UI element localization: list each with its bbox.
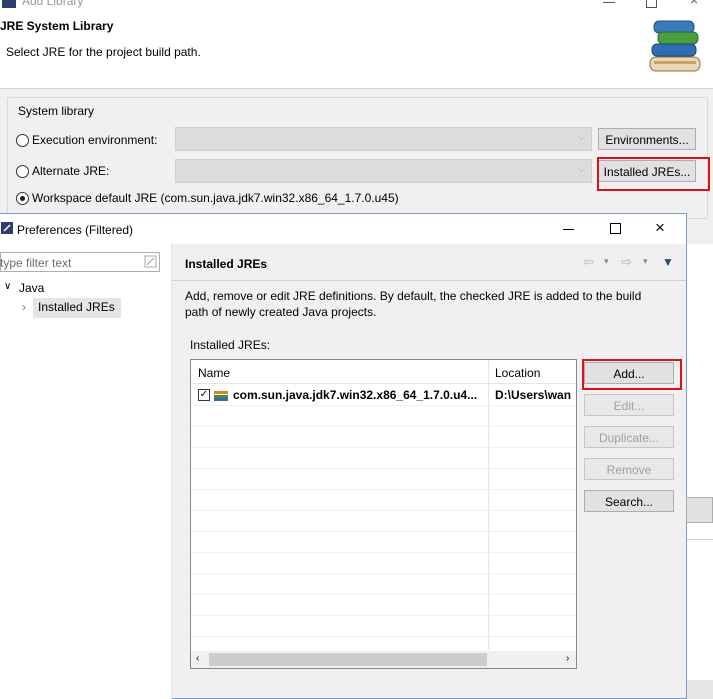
installed-jres-label: Installed JREs:	[190, 338, 271, 352]
maximize-icon[interactable]	[646, 0, 657, 8]
duplicate-button[interactable]: Duplicate...	[584, 426, 674, 448]
jre-table[interactable]: Name Location ✓ com.sun.java.jdk7.win32.…	[190, 359, 577, 669]
jre-location: D:\Users\wan	[495, 388, 572, 402]
maximize-icon[interactable]	[610, 223, 621, 234]
eclipse-icon	[1, 222, 13, 234]
background-button	[686, 497, 713, 523]
page-title: Installed JREs	[185, 257, 268, 271]
column-header-location[interactable]: Location	[495, 366, 540, 380]
alt-jre-combo[interactable]: ⌵	[175, 159, 592, 183]
library-books-icon	[649, 20, 701, 72]
background-panel	[687, 680, 713, 699]
search-button[interactable]: Search...	[584, 490, 674, 512]
close-icon[interactable]: ×	[655, 218, 665, 238]
back-arrow-icon[interactable]: ⇦	[583, 254, 594, 270]
minimize-icon[interactable]	[603, 0, 615, 3]
exec-env-label: Execution environment:	[32, 133, 158, 147]
chevron-down-icon: ⌵	[577, 164, 585, 175]
workspace-jre-radio[interactable]	[16, 192, 29, 205]
jre-name: com.sun.java.jdk7.win32.x86_64_1.7.0.u4.…	[233, 388, 478, 402]
forward-arrow-icon[interactable]: ⇨	[621, 254, 632, 270]
tree-item-installed-jres[interactable]: Installed JREs	[38, 300, 115, 314]
eclipse-icon	[2, 0, 16, 8]
wizard-title: JRE System Library	[0, 19, 114, 33]
wizard-description: Select JRE for the project build path.	[6, 45, 201, 59]
background-window-strip	[687, 244, 713, 699]
column-header-name[interactable]: Name	[198, 366, 230, 380]
chevron-down-icon: ⌵	[577, 132, 585, 143]
alt-jre-label: Alternate JRE:	[32, 164, 110, 178]
tree-item-java[interactable]: Java	[19, 281, 44, 295]
filter-placeholder: type filter text	[0, 256, 72, 270]
divider	[687, 539, 713, 540]
alt-jre-radio[interactable]	[16, 165, 29, 178]
collapsed-chevron-icon[interactable]: ›	[22, 300, 26, 314]
scrollbar-thumb[interactable]	[209, 653, 487, 666]
divider	[172, 280, 686, 281]
system-library-label: System library	[17, 104, 96, 118]
jre-checkbox[interactable]: ✓	[198, 389, 210, 401]
chevron-down-icon[interactable]: ▾	[604, 256, 609, 267]
expanded-chevron-icon[interactable]: ∨	[4, 281, 11, 292]
highlight-box	[597, 157, 710, 191]
add-library-title: Add Library	[22, 0, 84, 8]
highlight-box	[582, 359, 682, 390]
scroll-right-icon[interactable]: ›	[566, 653, 569, 664]
exec-env-radio[interactable]	[16, 134, 29, 147]
column-separator[interactable]	[488, 360, 489, 650]
environments-button[interactable]: Environments...	[598, 128, 696, 150]
close-icon[interactable]: ×	[690, 0, 698, 8]
table-row[interactable]: ✓ com.sun.java.jdk7.win32.x86_64_1.7.0.u…	[191, 384, 576, 405]
preferences-title: Preferences (Filtered)	[17, 223, 134, 237]
clear-filter-icon[interactable]	[144, 255, 157, 268]
scroll-left-icon[interactable]: ‹	[196, 653, 199, 664]
view-menu-icon[interactable]: ▼	[662, 255, 674, 269]
page-description: Add, remove or edit JRE definitions. By …	[185, 289, 642, 319]
remove-button[interactable]: Remove	[584, 458, 674, 480]
workspace-jre-label: Workspace default JRE (com.sun.java.jdk7…	[32, 191, 399, 205]
jre-library-icon	[214, 391, 228, 401]
exec-env-combo[interactable]: ⌵	[175, 127, 592, 151]
chevron-down-icon[interactable]: ▾	[643, 256, 648, 267]
minimize-icon[interactable]	[563, 229, 574, 230]
edit-button[interactable]: Edit...	[584, 394, 674, 416]
